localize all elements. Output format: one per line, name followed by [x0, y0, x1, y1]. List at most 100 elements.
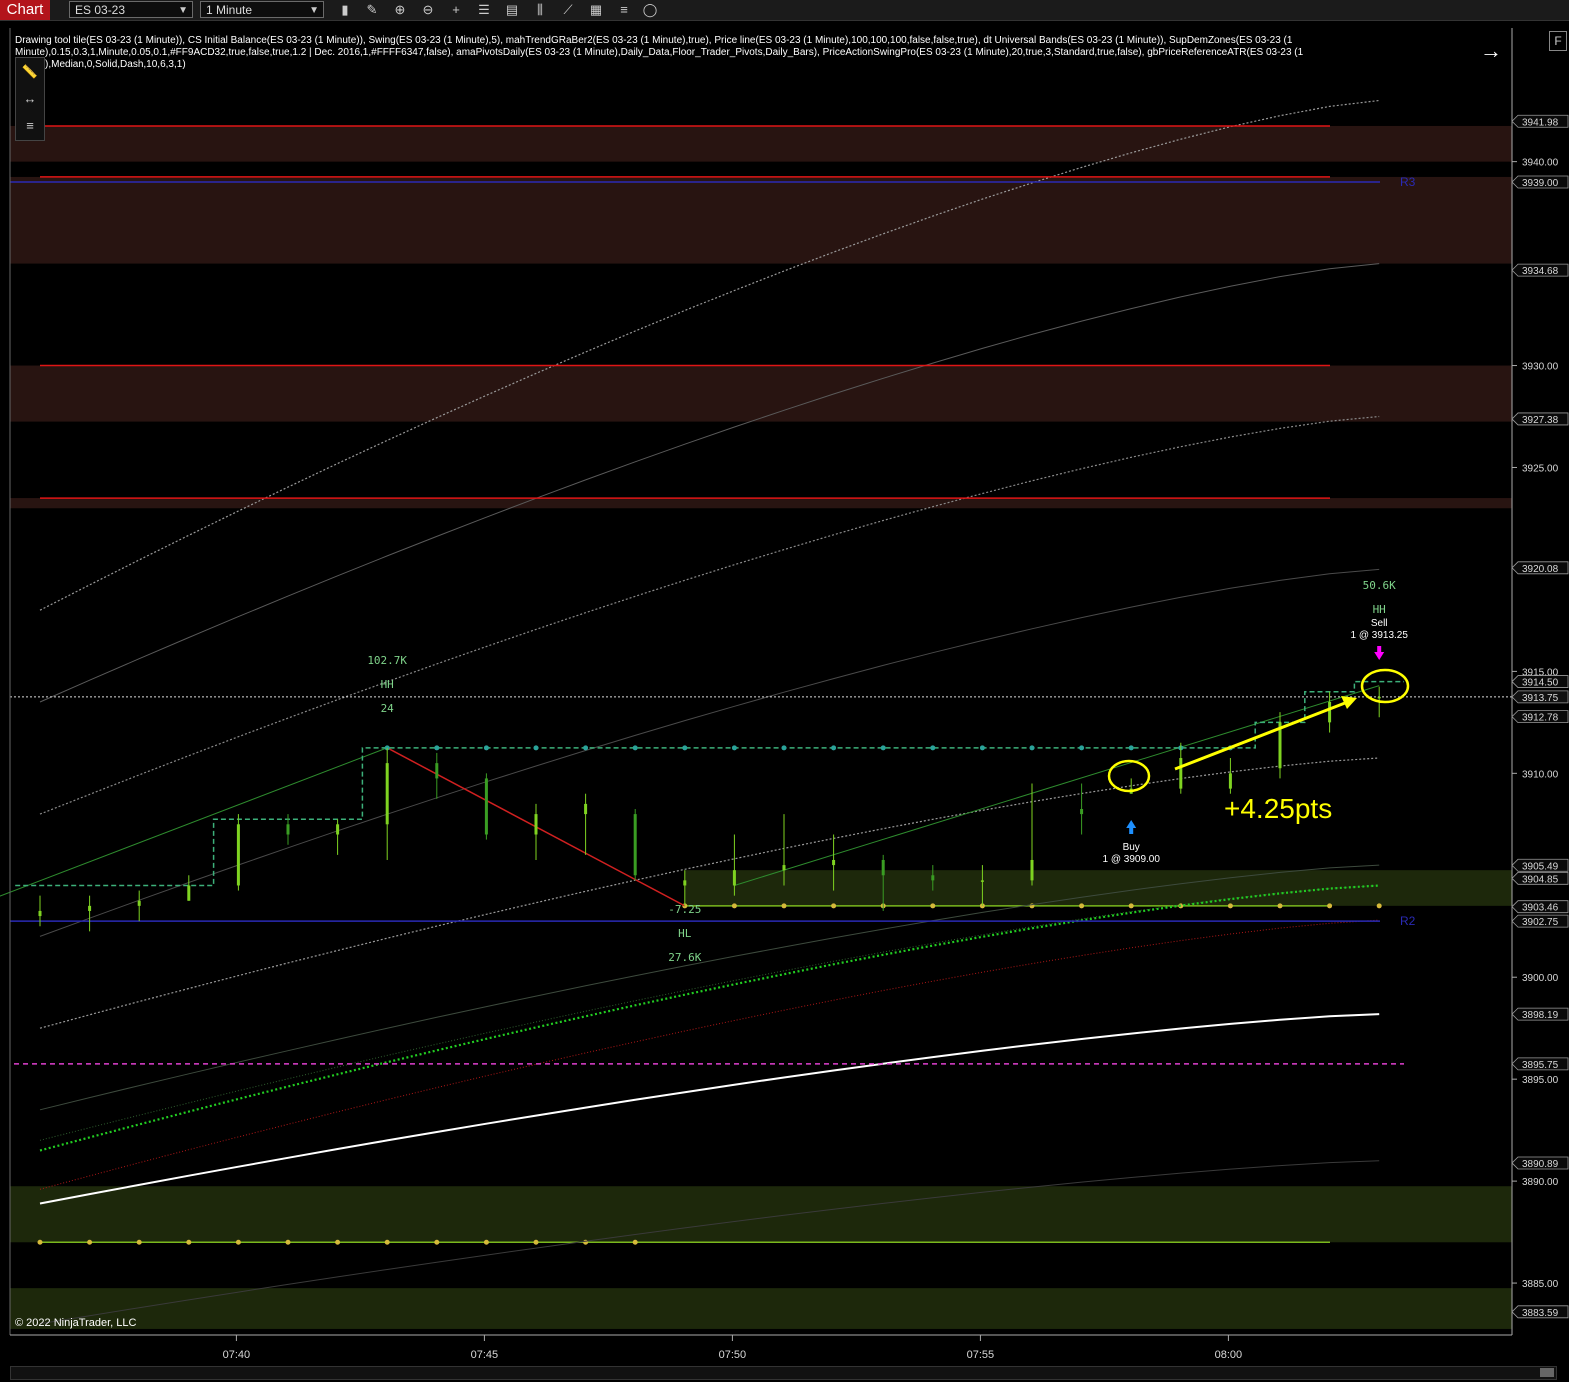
- swing-high-dot: [1029, 745, 1035, 751]
- price-tick-label: 3895.00: [1522, 1075, 1559, 1086]
- price-marker-label: 3934.68: [1522, 266, 1559, 277]
- swing-high-dot: [1079, 745, 1085, 751]
- support-dot: [384, 1239, 390, 1245]
- price-marker-label: 3920.08: [1522, 564, 1559, 575]
- swing-label: -7.25: [668, 903, 701, 916]
- bar-body: [88, 905, 92, 911]
- f-tab-button[interactable]: F: [1549, 31, 1567, 51]
- price-marker-label: 3941.98: [1522, 117, 1559, 128]
- horizontal-scrollbar[interactable]: [10, 1366, 1557, 1380]
- scrollbar-thumb[interactable]: [1540, 1368, 1554, 1377]
- swing-label: 24: [381, 702, 395, 715]
- swing-label: 102.7K: [367, 654, 407, 667]
- support-dot: [136, 1239, 142, 1245]
- support-dot: [186, 1239, 192, 1245]
- support-dot: [632, 1239, 638, 1245]
- bar-body: [584, 803, 588, 815]
- price-bar[interactable]: [236, 814, 240, 891]
- order-side-label: Buy: [1123, 842, 1140, 853]
- price-marker-label: 3914.50: [1522, 678, 1559, 689]
- support-dot: [335, 1239, 341, 1245]
- price-marker-label: 3904.85: [1522, 874, 1559, 885]
- support-dot: [930, 903, 936, 909]
- price-marker-label: 3890.89: [1522, 1159, 1559, 1170]
- bar-body: [1080, 809, 1084, 815]
- support-dot: [731, 903, 737, 909]
- support-dot: [1128, 903, 1134, 909]
- order-side-label: Sell: [1371, 618, 1388, 629]
- order-fill-label: 1 @ 3913.25: [1350, 630, 1408, 641]
- resistance-zone: [10, 176, 1512, 264]
- bar-body: [732, 870, 736, 886]
- swing-label: 27.6K: [668, 951, 701, 964]
- support-dot: [1277, 903, 1283, 909]
- support-dot: [285, 1239, 291, 1245]
- swing-high-dot: [930, 745, 936, 751]
- horizontal-arrows-icon[interactable]: ↔: [16, 85, 44, 112]
- bar-body: [832, 859, 836, 866]
- time-tick-label: 07:50: [719, 1349, 747, 1361]
- support-dot: [533, 1239, 539, 1245]
- bar-body: [881, 859, 885, 876]
- support-zone: [684, 870, 1512, 906]
- resistance-zone: [10, 365, 1512, 422]
- price-chart[interactable]: R3R2 102.7KHH24-7.25HL27.6K50.6KHHBuy1 @…: [0, 0, 1569, 1382]
- bar-body: [286, 824, 290, 835]
- resistance-zone: [10, 498, 1512, 509]
- swing-high-dot: [583, 745, 589, 751]
- price-marker-label: 3895.75: [1522, 1060, 1559, 1071]
- swing-high-dot: [434, 745, 440, 751]
- price-tick-label: 3925.00: [1522, 463, 1559, 474]
- support-zone: [10, 1288, 1512, 1329]
- time-tick-label: 07:55: [967, 1349, 995, 1361]
- bar-body: [336, 824, 340, 835]
- support-zone: [10, 1186, 1512, 1243]
- bar-body: [1377, 696, 1381, 699]
- swing-label: HL: [678, 927, 692, 940]
- price-tick-label: 3910.00: [1522, 769, 1559, 780]
- bar-body: [38, 910, 42, 917]
- support-dot: [1376, 903, 1382, 909]
- support-dot: [434, 1239, 440, 1245]
- bar-body: [782, 865, 786, 871]
- price-bar[interactable]: [484, 773, 488, 840]
- swing-high-dot: [533, 745, 539, 751]
- support-dot: [781, 903, 787, 909]
- swing-high-dot: [781, 745, 787, 751]
- swing-label: 50.6K: [1363, 579, 1396, 592]
- swing-high-dot: [831, 745, 837, 751]
- price-bar[interactable]: [633, 809, 637, 881]
- price-tick-label: 3900.00: [1522, 973, 1559, 984]
- support-dot: [1227, 903, 1233, 909]
- price-marker-label: 3903.46: [1522, 903, 1559, 914]
- price-marker-label: 3883.59: [1522, 1308, 1559, 1319]
- arrow-right-icon[interactable]: →: [1480, 38, 1502, 64]
- bar-body: [931, 875, 935, 881]
- support-dot: [87, 1239, 93, 1245]
- time-tick-label: 07:45: [471, 1349, 499, 1361]
- swing-high-dot: [979, 745, 985, 751]
- support-dot: [235, 1239, 241, 1245]
- side-toolbox: 📏 ↔ ≡: [15, 57, 45, 141]
- bar-body: [683, 880, 687, 886]
- price-marker-label: 3913.75: [1522, 693, 1559, 704]
- bar-body: [1328, 701, 1332, 723]
- indicator-legend: Drawing tool tile(ES 03-23 (1 Minute)), …: [15, 35, 1304, 70]
- ruler-icon[interactable]: 📏: [16, 58, 44, 85]
- swing-high-dot: [483, 745, 489, 751]
- bar-body: [1030, 859, 1034, 881]
- price-marker-label: 3939.00: [1522, 178, 1559, 189]
- bar-body: [137, 900, 141, 906]
- pivot-label: R3: [1400, 175, 1416, 189]
- bar-body: [1228, 773, 1232, 789]
- swing-high-dot: [880, 745, 886, 751]
- menu-icon[interactable]: ≡: [16, 112, 44, 139]
- price-marker-label: 3898.19: [1522, 1010, 1559, 1021]
- copyright-text: © 2022 NinjaTrader, LLC: [15, 1317, 137, 1329]
- bar-body: [484, 778, 488, 835]
- price-marker-label: 3912.78: [1522, 713, 1559, 724]
- swing-high-dot: [632, 745, 638, 751]
- price-tick-label: 3890.00: [1522, 1177, 1559, 1188]
- swing-label: HH: [1373, 603, 1386, 616]
- order-fill-label: 1 @ 3909.00: [1102, 854, 1160, 865]
